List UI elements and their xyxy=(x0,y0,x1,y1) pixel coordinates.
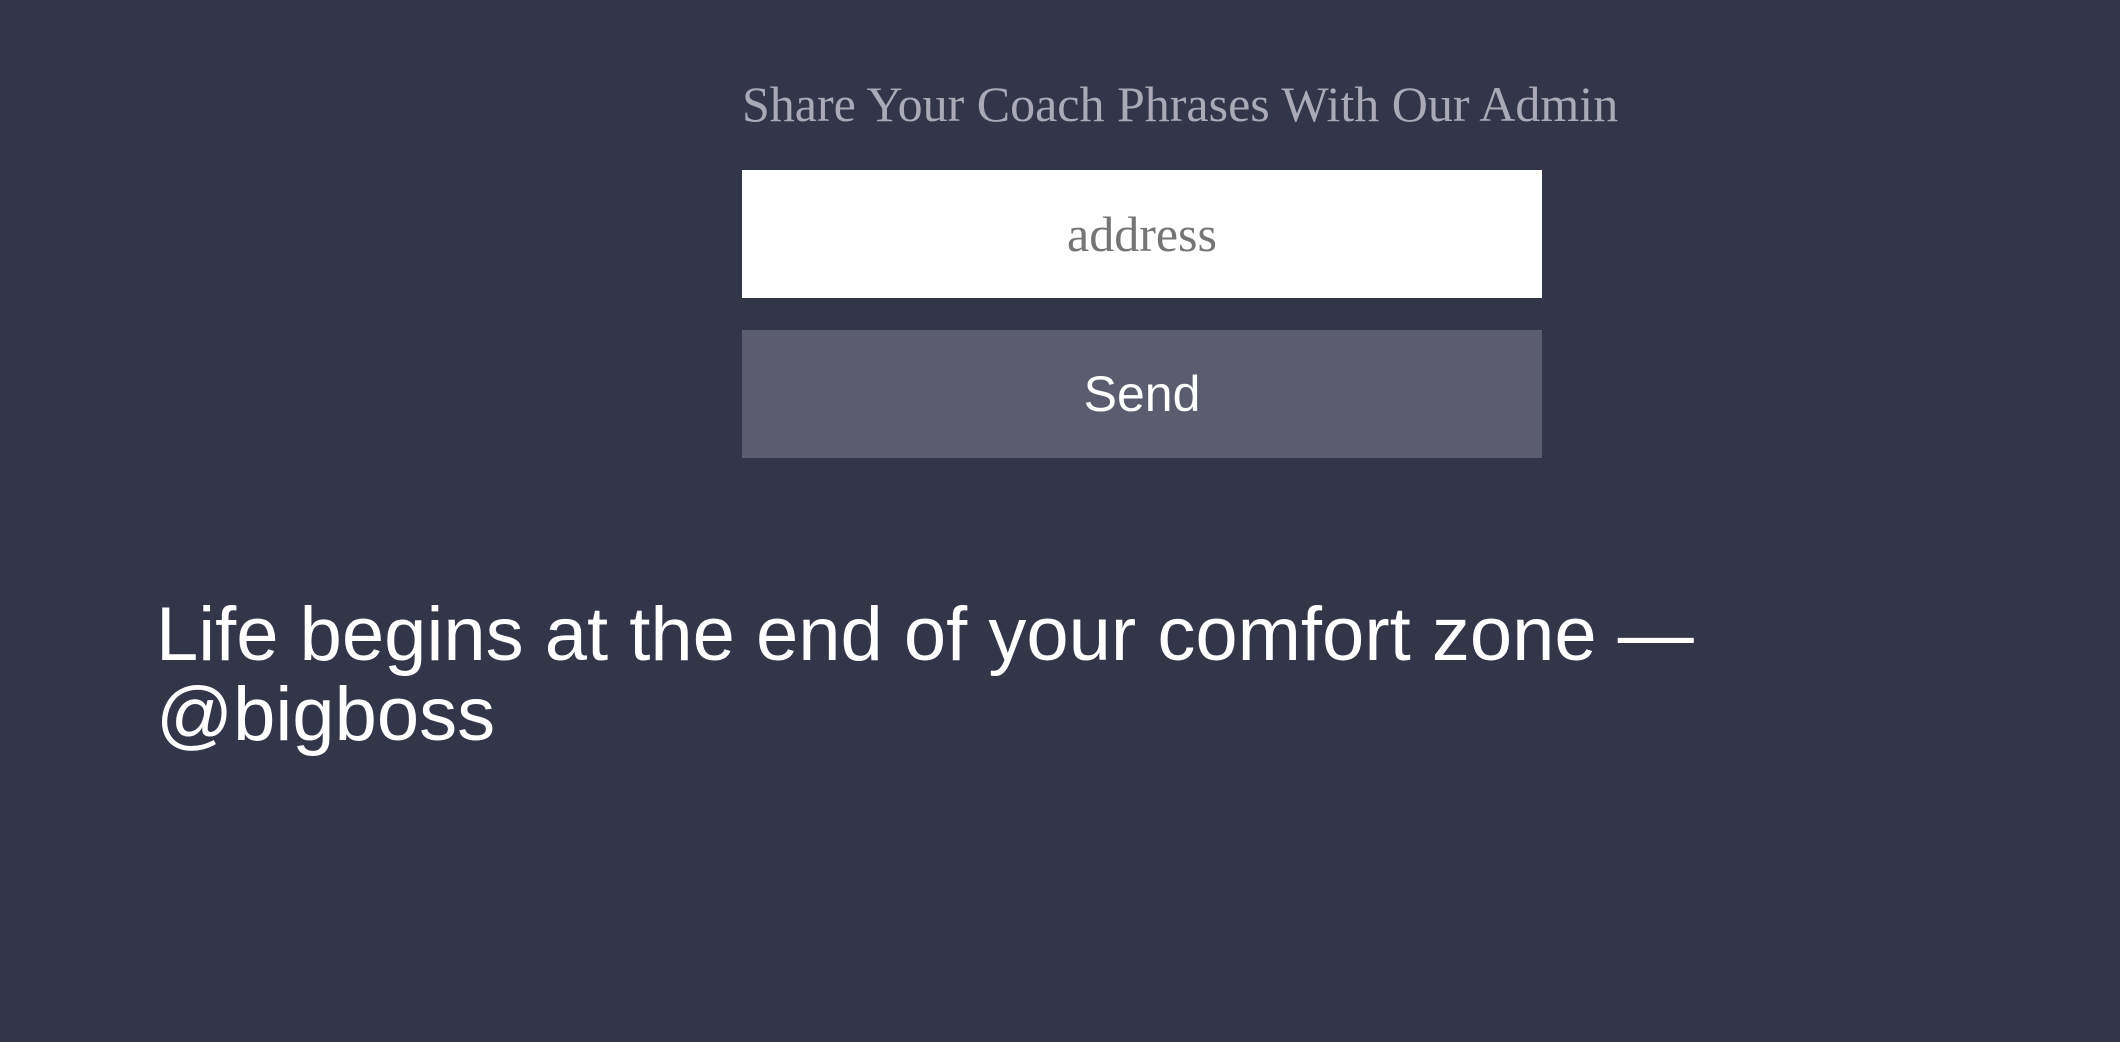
coach-quote: Life begins at the end of your comfort z… xyxy=(156,592,1694,757)
send-button[interactable]: Send xyxy=(742,330,1542,458)
address-input[interactable] xyxy=(742,170,1542,298)
form-heading: Share Your Coach Phrases With Our Admin xyxy=(742,76,1619,132)
